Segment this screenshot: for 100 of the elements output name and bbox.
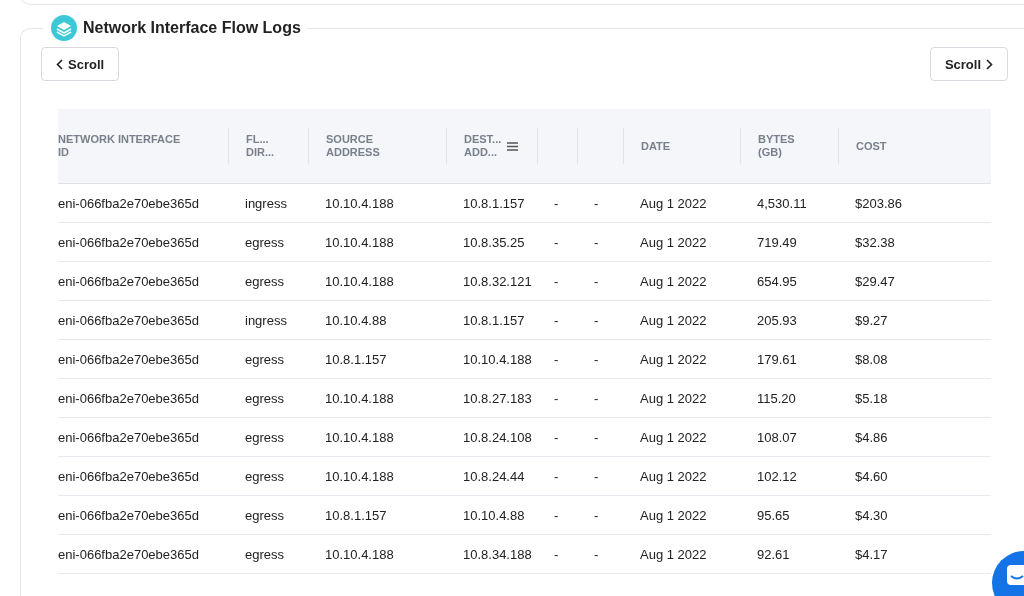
table-cell-text: eni-066fba2e70ebe365d [58,546,200,562]
table-cell-text: 10.10.4.188 [324,390,395,406]
column-header[interactable]: BYTES (GB) [758,133,795,159]
table-cell-text: Aug 1 2022 [639,429,708,445]
table-cell-text: 108.07 [756,429,798,445]
table-cell-text: - [553,468,560,484]
table-cell-text: Aug 1 2022 [639,507,708,523]
table-cell-text: 10.10.4.188 [324,234,395,250]
table-cell-text: - [593,507,600,523]
table-cell-text: - [553,273,560,289]
chevron-left-icon [56,58,63,70]
table-cell-text: Aug 1 2022 [639,312,708,328]
layers-icon [51,15,77,41]
table-cell-text: - [553,351,560,367]
table-cell-text: - [593,273,600,289]
table-cell-text: 115.20 [756,390,797,406]
table-cell-text: $32.38 [854,234,896,250]
table-cell-text: 92.61 [756,546,791,562]
table-cell-text: 10.8.1.157 [462,195,526,211]
table-cell-text: eni-066fba2e70ebe365d [58,429,200,445]
section-title: Network Interface Flow Logs [83,19,301,37]
table-cell-text: 719.49 [756,234,798,250]
column-header[interactable]: SOURCE ADDRESS [326,133,380,159]
table-cell-text: 654.95 [756,273,798,289]
table-cell-text: 4,530.11 [756,195,808,211]
table-cell-text: eni-066fba2e70ebe365d [58,390,200,406]
table-cell-text: 10.8.32.121 [462,273,533,289]
table-cell-text: 10.10.4.188 [324,429,395,445]
table-cell-text: egress [244,507,286,523]
table-cell-text: ingress [244,195,288,211]
table-cell-text: eni-066fba2e70ebe365d [58,312,200,328]
menu-icon[interactable] [507,141,519,151]
table-cell-text: - [593,234,600,250]
table-cell-text: ingress [244,312,288,328]
table-cell-text: 10.8.1.157 [324,507,388,523]
table-cell-text: egress [244,468,286,484]
table-cell-text: eni-066fba2e70ebe365d [58,507,200,523]
chevron-right-icon [986,58,993,70]
table-cell-text: egress [244,351,286,367]
table-cell-text: $4.86 [854,429,889,445]
table-cell-text: Aug 1 2022 [639,234,708,250]
table-cell-text: $4.17 [854,546,889,562]
table-cell-text: 10.10.4.188 [324,546,395,562]
table-cell-text: $4.30 [854,507,889,523]
table-cell-text: - [553,312,560,328]
column-header[interactable]: FL... DIR... [246,133,275,159]
scroll-right-button[interactable]: Scroll [929,47,1008,81]
table-cell-text: 10.8.34.188 [462,546,533,562]
table-cell-text: - [593,312,600,328]
table-cell-text: 10.10.4.88 [462,507,526,523]
table-cell-text: $4.60 [854,468,889,484]
table-cell-text: egress [244,273,286,289]
table-cell-text: 10.8.27.183 [462,390,533,406]
table-cell-text: - [593,468,600,484]
table-cell-text: 10.10.4.88 [324,312,388,328]
table-cell-text: Aug 1 2022 [639,468,708,484]
table-cell-text: - [593,429,600,445]
table-cell-text: 179.61 [756,351,798,367]
table-cell-text: eni-066fba2e70ebe365d [58,273,200,289]
column-header[interactable]: NETWORK INTERFACE ID [58,133,181,159]
column-header[interactable]: DEST... ADD... [464,133,502,159]
table-cell-text: - [553,234,560,250]
table-cell-text: eni-066fba2e70ebe365d [58,468,200,484]
table-cell-text: egress [244,234,286,250]
table-cell-text: - [593,546,600,562]
table-cell-text: - [553,195,560,211]
table-cell-text: eni-066fba2e70ebe365d [58,195,200,211]
column-header[interactable]: DATE [641,139,671,153]
table-cell-text: 10.10.4.188 [324,195,395,211]
table-cell-text: 102.12 [756,468,798,484]
table-cell-text: Aug 1 2022 [639,351,708,367]
table-cell-text: Aug 1 2022 [639,273,708,289]
table-cell-text: egress [244,429,286,445]
table-cell-text: egress [244,546,286,562]
table-cell-text: $5.18 [854,390,889,406]
table-cell-text: 10.10.4.188 [462,351,533,367]
table-cell-text: 10.10.4.188 [324,273,395,289]
table-cell-text: 10.8.24.108 [462,429,533,445]
table-cell-text: 10.8.35.25 [462,234,526,250]
table-cell-text: - [553,546,560,562]
table-cell-text: $29.47 [854,273,896,289]
table-cell-text: - [593,195,600,211]
table-cell-text: 205.93 [756,312,798,328]
table-cell-text: egress [244,390,286,406]
table-cell-text: - [593,390,600,406]
table-cell-text: eni-066fba2e70ebe365d [58,234,200,250]
table-cell-text: 10.10.4.188 [324,468,395,484]
table-cell-text: - [553,429,560,445]
table-cell-text: $9.27 [854,312,889,328]
table-cell-text: 10.8.24.44 [462,468,526,484]
column-header[interactable]: COST [856,139,887,153]
table-cell-text: Aug 1 2022 [639,390,708,406]
table-cell-text: 10.8.1.157 [462,312,526,328]
table-cell-text: $8.08 [854,351,889,367]
table-cell-text: - [593,351,600,367]
table-cell-text: - [553,390,560,406]
table-cell-text: Aug 1 2022 [639,195,708,211]
scroll-left-button[interactable]: Scroll [41,47,120,81]
table-cell-text: $203.86 [854,195,903,211]
table-cell-text: 95.65 [756,507,791,523]
